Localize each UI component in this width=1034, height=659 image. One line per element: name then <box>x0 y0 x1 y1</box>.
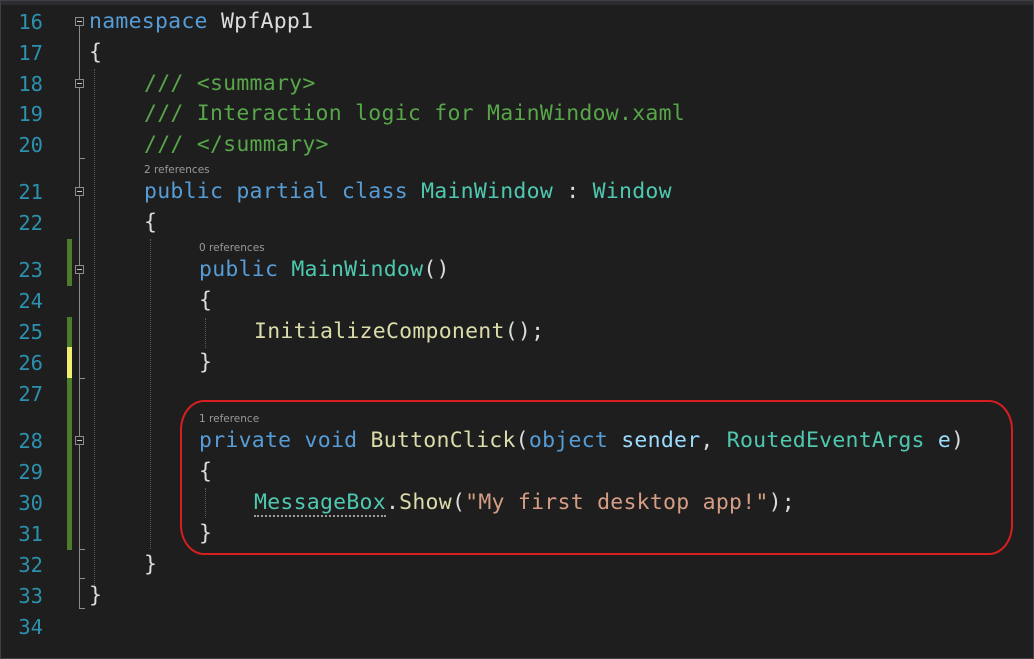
line-number: 24 <box>18 289 43 313</box>
line-number: 29 <box>18 460 43 484</box>
initialize-component-call: InitializeComponent <box>254 319 505 344</box>
summary-outline-line <box>79 88 80 158</box>
line-number: 17 <box>18 41 43 65</box>
close-brace: } <box>199 350 213 375</box>
class-outline-end <box>79 578 85 579</box>
code-editor[interactable]: 16 17 18 19 20 21 22 23 24 25 26 27 28 29 30 31 32 33 34 2… <box>0 0 1034 659</box>
constructor-name: MainWindow <box>291 257 424 282</box>
code-line-16[interactable]: namespace WpfApp1 <box>89 7 313 37</box>
method-outline-line <box>79 445 80 549</box>
open-brace: { <box>144 210 158 235</box>
namespace-outline-end <box>79 608 85 609</box>
namespace-keyword: namespace <box>89 9 208 34</box>
open-brace: { <box>199 288 213 313</box>
base-class-name: Window <box>592 179 672 204</box>
highlight-annotation <box>180 400 1013 555</box>
line-number: 23 <box>18 258 43 282</box>
code-line-25[interactable]: InitializeComponent(); <box>254 317 544 347</box>
line-number: 34 <box>18 615 43 639</box>
line-number: 31 <box>18 522 43 546</box>
code-line-22[interactable]: { <box>144 208 157 238</box>
collapse-constructor-icon[interactable] <box>75 265 84 274</box>
collapse-class-icon[interactable] <box>75 187 84 196</box>
open-brace: { <box>89 40 103 65</box>
change-marker-saved <box>67 378 72 550</box>
method-outline-end <box>79 549 85 550</box>
line-number: 25 <box>18 320 43 344</box>
constructor-modifier: public <box>199 257 292 282</box>
summary-outline-end <box>79 158 85 159</box>
constructor-outline-end <box>79 378 85 379</box>
inheritance-colon: : <box>553 179 593 204</box>
close-brace: } <box>144 552 158 577</box>
line-number: 30 <box>18 491 43 515</box>
code-line-23[interactable]: public MainWindow() <box>199 255 450 285</box>
line-number: 28 <box>18 429 43 453</box>
indent-guide <box>205 318 206 348</box>
line-number: 22 <box>18 211 43 235</box>
line-number: 20 <box>18 133 43 157</box>
code-line-24[interactable]: { <box>199 286 212 316</box>
change-marker-unsaved <box>67 347 72 378</box>
constructor-parens: () <box>423 257 450 282</box>
namespace-name: WpfApp1 <box>207 9 314 34</box>
codelens-class-references[interactable]: 2 references <box>144 164 210 176</box>
indent-guide <box>94 69 95 589</box>
line-number: 16 <box>18 10 43 34</box>
close-brace: } <box>89 583 103 608</box>
collapse-method-icon[interactable] <box>75 436 84 445</box>
code-line-20[interactable]: /// </summary> <box>144 130 329 160</box>
code-line-21[interactable]: public partial class MainWindow : Window <box>144 177 672 207</box>
collapse-summary-icon[interactable] <box>75 79 84 88</box>
code-line-32[interactable]: } <box>144 550 157 580</box>
code-line-18[interactable]: /// <summary> <box>144 69 316 99</box>
line-number: 19 <box>18 102 43 126</box>
editor-top-border <box>1 1 1033 5</box>
code-line-17[interactable]: { <box>89 38 102 68</box>
class-name: MainWindow <box>421 179 554 204</box>
code-line-26[interactable]: } <box>199 348 212 378</box>
indent-guide <box>150 239 151 549</box>
line-number: 18 <box>18 72 43 96</box>
change-marker-saved <box>67 239 72 286</box>
constructor-outline-line <box>79 274 80 378</box>
call-parens: (); <box>504 319 545 344</box>
change-marker-saved <box>67 317 72 347</box>
code-line-33[interactable]: } <box>89 581 102 611</box>
line-number: 33 <box>18 584 43 608</box>
code-line-19[interactable]: /// Interaction logic for MainWindow.xam… <box>144 99 685 129</box>
class-modifiers: public partial class <box>144 179 422 204</box>
line-number: 21 <box>18 180 43 204</box>
line-number: 26 <box>18 351 43 375</box>
collapse-namespace-icon[interactable] <box>75 17 84 26</box>
codelens-constructor-references[interactable]: 0 references <box>199 242 265 254</box>
line-number: 32 <box>18 553 43 577</box>
line-number: 27 <box>18 382 43 406</box>
